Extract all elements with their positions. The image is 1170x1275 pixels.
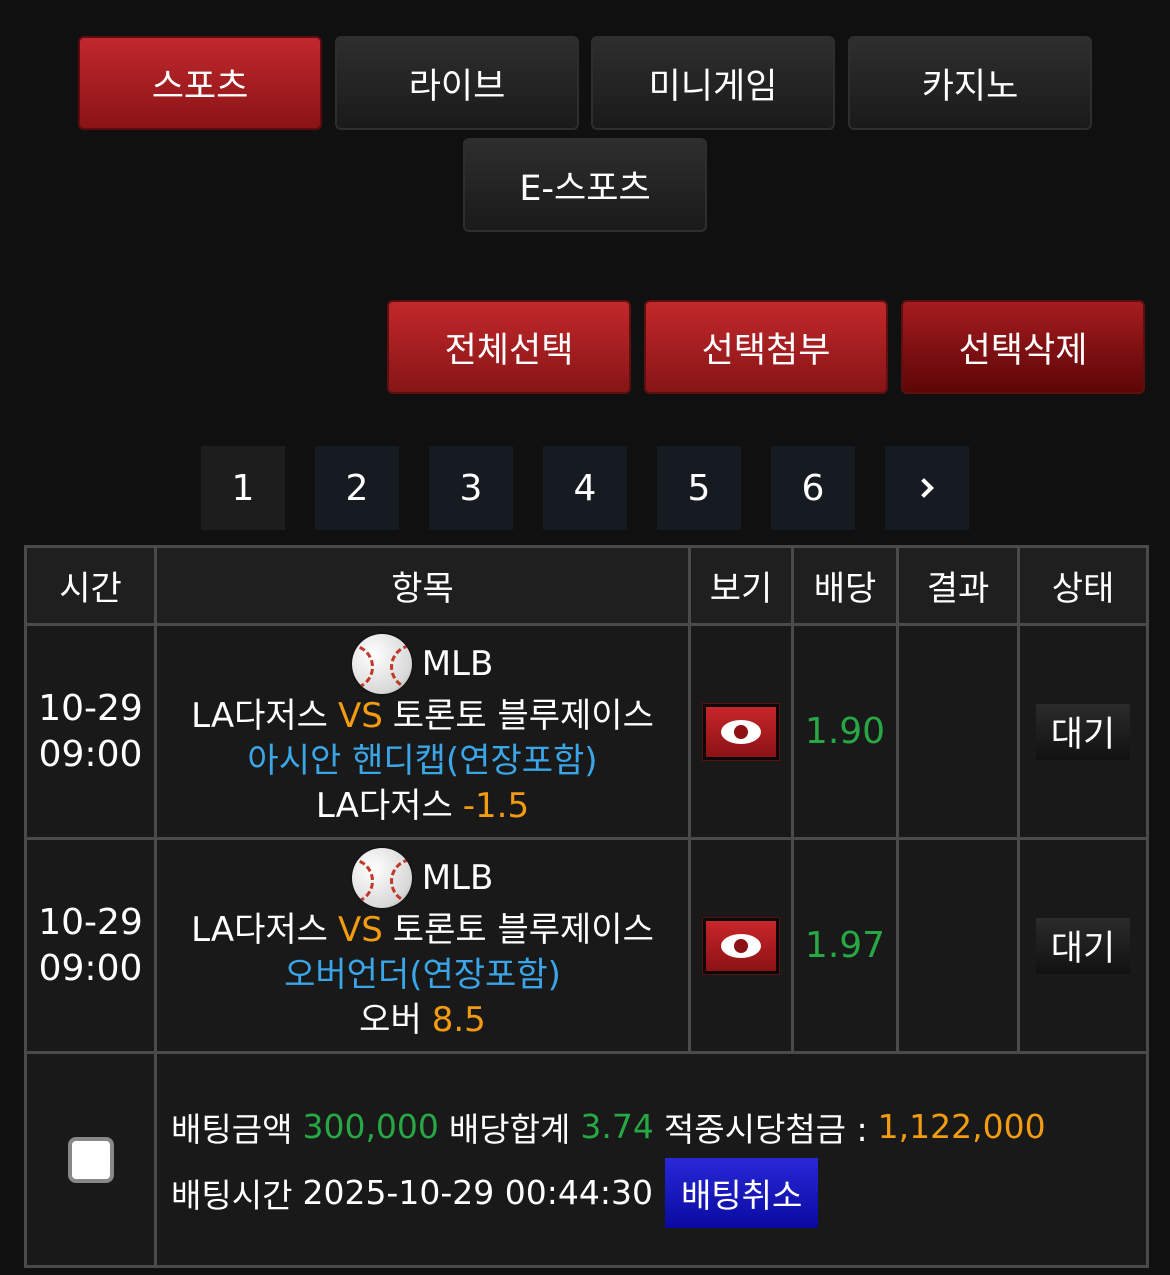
page-number: 1 [231, 467, 255, 509]
bet-hour: 09:00 [38, 947, 143, 989]
league-name: MLB [421, 857, 494, 898]
home-team: LA다저스 [191, 910, 328, 950]
page-5-button[interactable]: 5 [657, 446, 741, 530]
bet-amount-value: 300,000 [302, 1107, 439, 1146]
category-live-button[interactable]: 라이브 [335, 36, 579, 130]
header-item: 항목 [154, 545, 691, 626]
status-cell: 대기 [1017, 623, 1149, 840]
page-number: 3 [459, 467, 483, 509]
page-4-button[interactable]: 4 [543, 446, 627, 530]
select-all-label: 전체선택 [444, 330, 574, 371]
bet-hour: 09:00 [38, 733, 143, 775]
away-team: 토론토 블루제이스 [392, 696, 654, 736]
bet-summary: 배팅금액 300,000 배당합계 3.74 적중시당첨금 : 1,122,00… [154, 1051, 1149, 1268]
page-number: 4 [573, 467, 597, 509]
away-team: 토론토 블루제이스 [392, 910, 654, 950]
summary-row: 배팅금액 300,000 배당합계 3.74 적중시당첨금 : 1,122,00… [24, 1051, 1149, 1268]
cancel-bet-button[interactable]: 배팅취소 [664, 1157, 819, 1228]
market-name: 오버언더(연장포함) [284, 955, 561, 995]
vs-label: VS [337, 910, 383, 950]
page-6-button[interactable]: 6 [771, 446, 855, 530]
header-status: 상태 [1017, 545, 1149, 626]
page-2-button[interactable]: 2 [315, 446, 399, 530]
matchup-line: LA다저스 VS 토론토 블루제이스 [157, 908, 688, 953]
bet-item-cell: MLB LA다저스 VS 토론토 블루제이스 오버언더(연장포함) 오버 8.5 [154, 837, 691, 1054]
status-cell: 대기 [1017, 837, 1149, 1054]
delete-selected-button[interactable]: 선택삭제 [901, 300, 1145, 394]
matchup-line: LA다저스 VS 토론토 블루제이스 [157, 694, 688, 739]
bet-time-line: 배팅시간 2025-10-29 00:44:30 배팅취소 [171, 1157, 1146, 1228]
league-name: MLB [421, 643, 494, 684]
table-row: 10-29 09:00 MLB LA다저스 VS 토론토 블루제이스 아시안 핸디캡… [24, 623, 1149, 840]
header-odds: 배당 [791, 545, 899, 626]
odds-value: 1.97 [791, 837, 899, 1054]
chevron-right-icon [914, 478, 934, 498]
view-cell [688, 623, 794, 840]
eye-icon [721, 933, 761, 958]
table-row: 10-29 09:00 MLB LA다저스 VS 토론토 블루제이스 오버언더(연장… [24, 837, 1149, 1054]
league-line: MLB [157, 634, 688, 694]
odds-total-label: 배당합계 [448, 1109, 571, 1149]
next-page-button[interactable] [885, 446, 969, 530]
header-view: 보기 [688, 545, 794, 626]
pick-value: 8.5 [431, 1000, 486, 1040]
table-header-row: 시간 항목 보기 배당 결과 상태 [24, 545, 1149, 626]
bet-item-cell: MLB LA다저스 VS 토론토 블루제이스 아시안 핸디캡(연장포함) LA다저스… [154, 623, 691, 840]
vs-label: VS [337, 696, 383, 736]
eye-icon [721, 719, 761, 744]
bet-time-label: 배팅시간 [171, 1175, 293, 1215]
bet-amount-label: 배팅금액 [171, 1109, 293, 1149]
category-label: 카지노 [921, 66, 1019, 107]
bet-time-value: 2025-10-29 00:44:30 [302, 1173, 653, 1212]
category-label: 라이브 [408, 66, 506, 107]
baseball-icon [351, 848, 412, 908]
bet-time-cell: 10-29 09:00 [24, 623, 157, 840]
attach-selected-button[interactable]: 선택첨부 [644, 300, 888, 394]
page-3-button[interactable]: 3 [429, 446, 513, 530]
bet-amount-line: 배팅금액 300,000 배당합계 3.74 적중시당첨금 : 1,122,00… [171, 1094, 1146, 1160]
home-team: LA다저스 [191, 696, 328, 736]
page-number: 6 [801, 467, 825, 509]
select-all-button[interactable]: 전체선택 [387, 300, 631, 394]
category-label: 스포츠 [151, 66, 249, 107]
odds-total-value: 3.74 [580, 1107, 654, 1146]
payout-value: 1,122,000 [877, 1107, 1046, 1146]
bet-date: 10-29 [38, 687, 143, 729]
category-esports-button[interactable]: E-스포츠 [463, 138, 707, 232]
status-badge: 대기 [1036, 703, 1130, 760]
header-time: 시간 [24, 545, 157, 626]
view-cell [688, 837, 794, 1054]
page-number: 5 [687, 467, 711, 509]
checkbox-cell [24, 1051, 157, 1268]
category-label: 미니게임 [648, 66, 778, 107]
bet-date: 10-29 [38, 901, 143, 943]
view-button[interactable] [702, 916, 780, 975]
header-result: 결과 [896, 545, 1020, 626]
pick-name: 오버 [359, 1000, 422, 1040]
category-casino-button[interactable]: 카지노 [848, 36, 1092, 130]
payout-label: 적중시당첨금 : [663, 1109, 868, 1149]
attach-selected-label: 선택첨부 [701, 330, 831, 371]
pick-line: LA다저스 -1.5 [157, 784, 688, 829]
result-value [896, 623, 1020, 840]
market-name: 아시안 핸디캡(연장포함) [247, 741, 598, 781]
bet-time-cell: 10-29 09:00 [24, 837, 157, 1054]
page-1-button[interactable]: 1 [201, 446, 285, 530]
pick-line: 오버 8.5 [157, 998, 688, 1043]
odds-value: 1.90 [791, 623, 899, 840]
category-minigame-button[interactable]: 미니게임 [591, 36, 835, 130]
baseball-icon [351, 634, 412, 694]
bets-table: 시간 항목 보기 배당 결과 상태 10-29 09:00 MLB LA다저스 V… [24, 545, 1149, 1268]
delete-selected-label: 선택삭제 [958, 330, 1088, 371]
view-button[interactable] [702, 702, 780, 761]
pick-name: LA다저스 [315, 786, 453, 826]
category-sports-button[interactable]: 스포츠 [78, 36, 322, 130]
status-badge: 대기 [1036, 917, 1130, 974]
bet-select-checkbox[interactable] [67, 1136, 114, 1183]
page-number: 2 [345, 467, 369, 509]
pick-value: -1.5 [462, 786, 530, 826]
result-value [896, 837, 1020, 1054]
category-label: E-스포츠 [519, 168, 651, 209]
league-line: MLB [157, 848, 688, 908]
